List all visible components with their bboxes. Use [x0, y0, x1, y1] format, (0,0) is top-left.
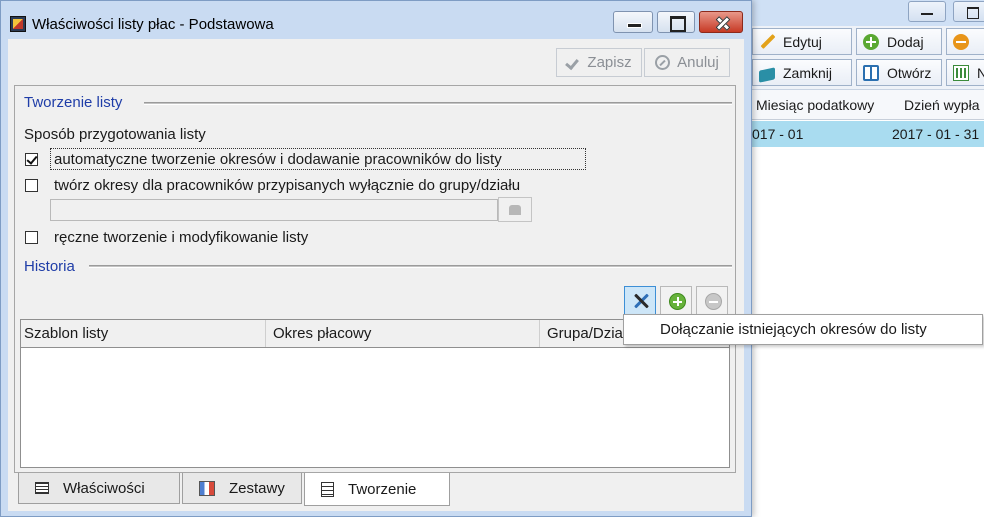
column-group[interactable]: Grupa/Dział	[547, 320, 625, 347]
calculator-icon	[953, 64, 969, 81]
save-label: Zapisz	[587, 54, 632, 71]
cell-tax-month: 017 - 01	[752, 126, 804, 142]
background-window: Edytuj Dodaj Zamknij Otwórz N Miesiąc po…	[740, 0, 984, 517]
table-row[interactable]: 017 - 01 2017 - 01 - 31	[740, 121, 984, 147]
creation-panel: Tworzenie listy Sposób przygotowania lis…	[14, 85, 736, 473]
dialog-title-bar[interactable]: Właściwości listy płac - Podstawowa	[1, 1, 751, 39]
calculate-label: N	[977, 65, 984, 81]
column-period[interactable]: Okres płacowy	[273, 320, 535, 347]
minimize-button[interactable]	[613, 11, 653, 33]
close-button[interactable]	[699, 11, 743, 33]
auto-create-checkbox[interactable]	[25, 153, 38, 166]
dialog-tabs: Właściwości Zestawy Tworzenie	[14, 473, 740, 507]
close-list-label: Zamknij	[783, 64, 833, 81]
tab-properties[interactable]: Właściwości	[18, 473, 180, 504]
tab-creation[interactable]: Tworzenie	[304, 473, 450, 506]
open-button[interactable]: Otwórz	[856, 59, 942, 86]
set-icon	[199, 480, 215, 496]
cell-pay-day: 2017 - 01 - 31	[892, 126, 980, 142]
manual-label[interactable]: ręczne tworzenie i modyfikowanie listy	[54, 229, 308, 246]
background-maximize-button[interactable]	[953, 1, 984, 22]
group-only-checkbox[interactable]	[25, 179, 38, 192]
open-book-icon	[863, 64, 879, 81]
section-divider	[144, 102, 732, 105]
background-toolbar: Edytuj Dodaj Zamknij Otwórz N	[740, 26, 984, 90]
book-icon	[759, 66, 775, 83]
column-separator[interactable]	[265, 320, 266, 347]
pencil-icon	[759, 34, 775, 50]
close-list-button[interactable]: Zamknij	[752, 59, 852, 86]
add-button[interactable]: Dodaj	[856, 28, 942, 55]
minus-icon	[953, 33, 969, 50]
edit-label: Edytuj	[783, 33, 822, 50]
cancel-icon	[655, 55, 671, 70]
properties-dialog: Właściwości listy płac - Podstawowa Zapi…	[0, 0, 752, 517]
cancel-label: Anuluj	[677, 54, 719, 71]
column-separator[interactable]	[539, 320, 540, 347]
column-template[interactable]: Szablon listy	[24, 320, 264, 347]
plus-icon	[669, 293, 686, 310]
column-tax-month[interactable]: Miesiąc podatkowy	[756, 97, 874, 113]
add-label: Dodaj	[887, 33, 924, 50]
app-icon	[10, 16, 26, 32]
section-divider	[89, 265, 732, 268]
auto-create-label[interactable]: automatyczne tworzenie okresów i dodawan…	[54, 151, 502, 168]
plus-icon	[863, 33, 879, 50]
section-title-creation: Tworzenie listy	[24, 94, 131, 111]
tools-icon	[633, 293, 649, 309]
check-icon	[566, 56, 580, 70]
tab-sets-label: Zestawy	[229, 479, 285, 497]
save-button[interactable]: Zapisz	[556, 48, 642, 77]
maximize-button[interactable]	[657, 11, 695, 33]
tab-sets[interactable]: Zestawy	[182, 473, 302, 504]
group-picker-button[interactable]	[498, 197, 532, 222]
manual-checkbox[interactable]	[25, 231, 38, 244]
group-field[interactable]	[50, 199, 498, 221]
remove-button[interactable]	[946, 28, 984, 55]
edit-button[interactable]: Edytuj	[752, 28, 852, 55]
group-only-label[interactable]: twórz okresy dla pracowników przypisanyc…	[54, 177, 520, 194]
open-label: Otwórz	[887, 64, 932, 81]
attach-periods-button[interactable]	[624, 286, 656, 315]
section-title-history: Historia	[24, 258, 83, 275]
background-grid-header: Miesiąc podatkowy Dzień wypła	[740, 90, 984, 120]
tab-creation-label: Tworzenie	[348, 480, 417, 498]
remove-history-button[interactable]	[696, 286, 728, 315]
background-minimize-button[interactable]	[908, 1, 946, 22]
method-label: Sposób przygotowania listy	[24, 126, 206, 143]
cancel-button[interactable]: Anuluj	[644, 48, 730, 77]
dialog-title: Właściwości listy płac - Podstawowa	[32, 16, 274, 33]
calculate-button[interactable]: N	[946, 59, 984, 86]
list-icon	[35, 482, 49, 494]
background-title-bar	[740, 0, 984, 26]
add-history-button[interactable]	[660, 286, 692, 315]
document-icon	[321, 481, 334, 497]
column-pay-day[interactable]: Dzień wypła	[904, 97, 979, 113]
tooltip: Dołączanie istniejących okresów do listy	[623, 314, 983, 345]
minus-icon	[705, 293, 722, 310]
dialog-content: Zapisz Anuluj Tworzenie listy Sposób prz…	[8, 39, 744, 511]
tab-properties-label: Właściwości	[63, 479, 145, 497]
